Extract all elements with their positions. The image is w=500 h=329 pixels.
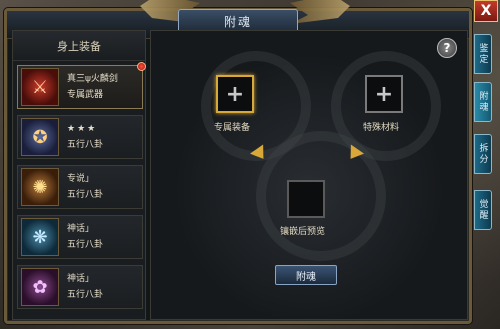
equipment-item-name: 真三ψ火麟剑	[67, 74, 118, 84]
enchant-confirm-button[interactable]: 附魂	[275, 265, 337, 285]
tab-identify[interactable]: 鉴定	[474, 34, 492, 74]
tab-enchant[interactable]: 附魂	[474, 82, 492, 122]
bagua-gold-icon: ✺	[21, 168, 59, 206]
equipment-item-type: 专属武器	[67, 90, 104, 100]
bagua-purple-icon: ✿	[21, 268, 59, 306]
special-material-label: 特殊材料	[363, 123, 400, 133]
alert-dot-icon	[137, 62, 146, 71]
exclusive-equipment-label: 专属装备	[214, 123, 251, 133]
equipment-item-type: 五行八卦	[67, 190, 104, 200]
equipment-item-type: 五行八卦	[67, 140, 104, 150]
special-material-slot[interactable]: +	[365, 75, 403, 113]
exclusive-equipment-slot[interactable]: +	[216, 75, 254, 113]
equipment-item-type: 五行八卦	[67, 290, 104, 300]
help-button[interactable]: ?	[437, 38, 457, 58]
equipment-item[interactable]: ✺ 专说」 五行八卦	[17, 165, 143, 209]
close-button[interactable]: X	[474, 0, 498, 22]
preview-slot	[287, 180, 325, 218]
tab-split[interactable]: 拆分	[474, 134, 492, 174]
bagua-amulet-icon: ✪	[21, 118, 59, 156]
equipment-item-name: 神话」	[67, 224, 95, 234]
preview-label: 镶嵌后预览	[280, 227, 326, 237]
equipment-item-name: 专说」	[67, 174, 95, 184]
flame-sword-icon: ⚔	[21, 68, 59, 106]
equipment-item-name: 神话」	[67, 274, 95, 284]
equipment-item-name: ★★★	[67, 124, 98, 134]
equipment-panel: 身上装备 ⚔ 真三ψ火麟剑 专属武器 ✪ ★★★ 五行八卦 ✺ 专说」 五行八卦…	[12, 30, 146, 320]
equipment-item[interactable]: ✪ ★★★ 五行八卦	[17, 115, 143, 159]
equipment-item[interactable]: ❋ 神话」 五行八卦	[17, 215, 143, 259]
bagua-teal-icon: ❋	[21, 218, 59, 256]
equipment-item[interactable]: ⚔ 真三ψ火麟剑 专属武器	[17, 62, 146, 109]
equipment-item-type: 五行八卦	[67, 240, 104, 250]
equipment-item[interactable]: ✿ 神话」 五行八卦	[17, 265, 143, 309]
equipment-panel-header: 身上装备	[13, 31, 145, 61]
tab-awaken[interactable]: 觉醒	[474, 190, 492, 230]
